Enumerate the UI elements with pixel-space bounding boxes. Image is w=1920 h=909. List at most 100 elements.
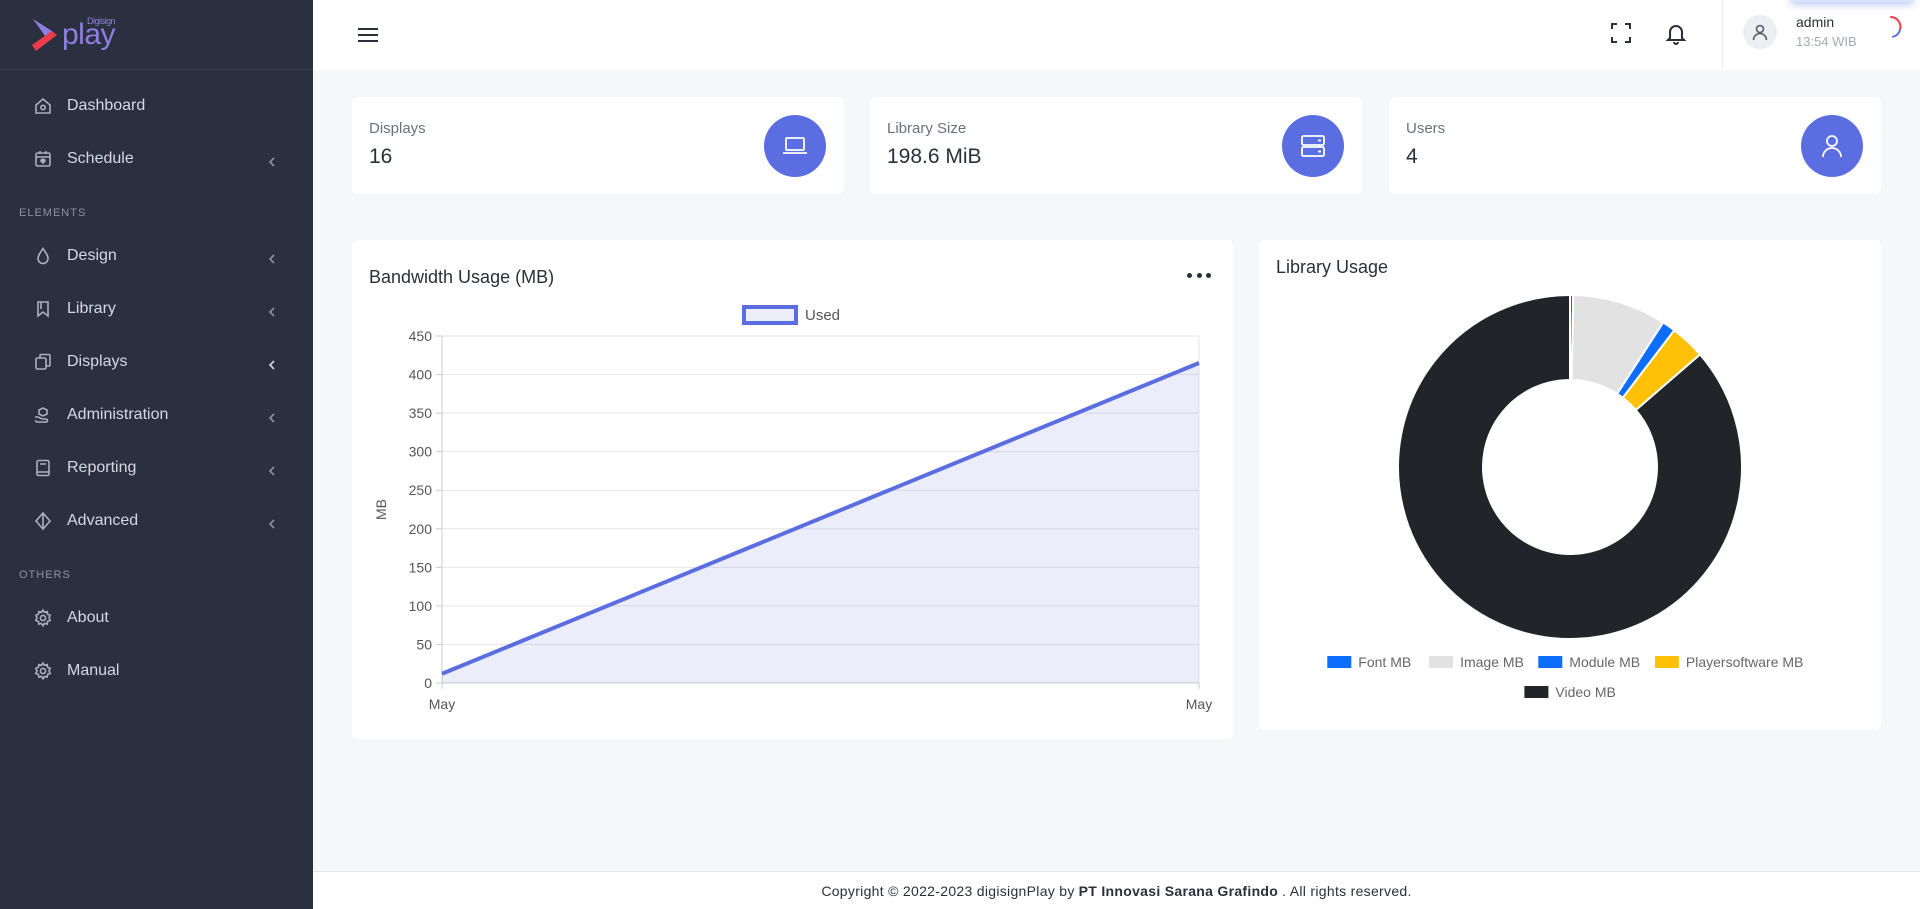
legend-swatch [1524, 686, 1549, 698]
footer: Copyright © 2022-2023 digisignPlay by PT… [313, 871, 1920, 909]
sidebar-item-dashboard[interactable]: Dashboard [0, 79, 313, 132]
sidebar-item-library[interactable]: Library [0, 282, 313, 335]
y-tick-label: 450 [409, 328, 433, 344]
play-logo-icon [30, 15, 60, 55]
brand-logo[interactable]: play Digisign [0, 0, 313, 70]
chevron-left-icon [267, 357, 277, 370]
y-tick-label: 200 [409, 521, 433, 537]
sidebar-item-label: Displays [67, 352, 128, 370]
stat-card-users: Users 4 [1389, 97, 1881, 194]
user-name: admin [1796, 14, 1835, 30]
legend-label: Video MB [1555, 684, 1615, 700]
stat-value: 4 [1406, 145, 1418, 168]
legend-label: Playersoftware MB [1686, 654, 1803, 670]
sidebar-item-label: Administration [67, 405, 169, 423]
stat-card-displays: Displays 16 [352, 97, 844, 194]
top-header: admin 13:54 WIB [313, 0, 1920, 70]
sidebar-item-label: Design [67, 246, 117, 264]
legend-swatch [1327, 656, 1352, 668]
sidebar-item-manual[interactable]: Manual [0, 644, 313, 697]
sidebar-item-displays[interactable]: Displays [0, 335, 313, 388]
nav-elements: Design Library Displays Administration R… [0, 229, 313, 547]
loading-bar [1790, 0, 1914, 2]
footer-rights: . All rights reserved. [1282, 882, 1412, 899]
y-tick-label: 400 [409, 367, 433, 383]
y-tick-label: 100 [409, 598, 433, 614]
y-axis-label: MB [373, 499, 389, 520]
calendar-icon [33, 149, 53, 169]
sidebar-item-label: Library [67, 299, 116, 317]
section-label-elements: ELEMENTS [19, 207, 87, 219]
legend-swatch [742, 305, 798, 325]
sidebar-item-label: Advanced [67, 511, 139, 529]
nav-others: About Manual [0, 591, 313, 697]
legend-label: Image MB [1460, 654, 1524, 670]
bandwidth-panel: Bandwidth Usage (MB) 0 50 100 150 200 250 300 3… [352, 240, 1233, 739]
sidebar-item-about[interactable]: About [0, 591, 313, 644]
sidebar-item-design[interactable]: Design [0, 229, 313, 282]
book-icon [33, 458, 53, 478]
user-icon [1752, 24, 1768, 40]
hand-icon [33, 405, 53, 425]
gear-icon [33, 661, 53, 681]
sidebar-item-label: Manual [67, 661, 120, 679]
server-icon [1282, 115, 1344, 177]
legend-swatch [1538, 656, 1563, 668]
sidebar-item-schedule[interactable]: Schedule [0, 132, 313, 185]
y-tick-label: 250 [409, 482, 433, 498]
loading-spinner-icon [1879, 15, 1903, 39]
user-menu[interactable]: admin 13:54 WIB [1743, 14, 1857, 49]
y-tick-label: 150 [409, 559, 433, 575]
sidebar: play Digisign Dashboard Schedule ELEMENT… [0, 0, 313, 909]
sidebar-item-reporting[interactable]: Reporting [0, 441, 313, 494]
diamond-icon [33, 511, 53, 531]
y-tick-label: 300 [409, 444, 433, 460]
sidebar-item-advanced[interactable]: Advanced [0, 494, 313, 547]
footer-company: PT Innovasi Sarana Grafindo [1078, 882, 1279, 899]
y-tick-label: 0 [424, 675, 432, 691]
chevron-left-icon [267, 410, 277, 423]
fullscreen-icon[interactable] [1606, 18, 1636, 48]
y-tick-label: 350 [409, 405, 433, 421]
home-icon [33, 96, 53, 116]
copy-icon [33, 352, 53, 372]
stat-label: Users [1406, 120, 1446, 137]
user-icon [1801, 115, 1863, 177]
x-tick-label: May [429, 696, 455, 712]
legend-swatch [1654, 656, 1679, 668]
library-panel: Library Usage Font MB Image MB Module MB Pl… [1259, 240, 1881, 730]
chevron-left-icon [267, 251, 277, 264]
sidebar-item-label: Reporting [67, 458, 137, 476]
laptop-icon [764, 115, 826, 177]
bandwidth-chart: 0 50 100 150 200 250 300 350 400 450 May May MB Used [373, 305, 1212, 712]
menu-toggle-icon[interactable] [355, 22, 381, 48]
stat-value: 16 [369, 145, 393, 168]
chevron-left-icon [267, 304, 277, 317]
sidebar-item-label: About [67, 608, 109, 626]
y-tick-label: 50 [416, 636, 432, 652]
legend-label: Module MB [1569, 654, 1640, 670]
section-label-others: OTHERS [19, 569, 71, 581]
droplet-icon [33, 246, 53, 266]
legend-swatch [1429, 656, 1454, 668]
legend-label: Used [805, 307, 840, 324]
header-divider [1722, 0, 1723, 70]
library-chart: Font MB Image MB Module MB Playersoftware M… [1327, 293, 1803, 700]
brand-name: play Digisign [62, 15, 116, 52]
chevron-left-icon [267, 463, 277, 476]
stat-value: 198.6 MiB [887, 145, 982, 168]
bell-icon[interactable] [1661, 18, 1691, 48]
sidebar-item-administration[interactable]: Administration [0, 388, 313, 441]
gear-icon [33, 608, 53, 628]
avatar [1743, 14, 1777, 49]
brand-sub-text: Digisign [87, 15, 116, 26]
legend-label: Font MB [1358, 654, 1411, 670]
x-tick-label: May [1186, 696, 1212, 712]
footer-copyright: Copyright © 2022-2023 digisignPlay by [821, 882, 1075, 899]
stat-card-library-size: Library Size 198.6 MiB [870, 97, 1362, 194]
stat-label: Displays [369, 120, 426, 137]
chevron-left-icon [267, 516, 277, 529]
nav-top: Dashboard Schedule [0, 79, 313, 185]
chevron-left-icon [267, 154, 277, 167]
user-info: admin 13:54 WIB [1796, 14, 1857, 49]
